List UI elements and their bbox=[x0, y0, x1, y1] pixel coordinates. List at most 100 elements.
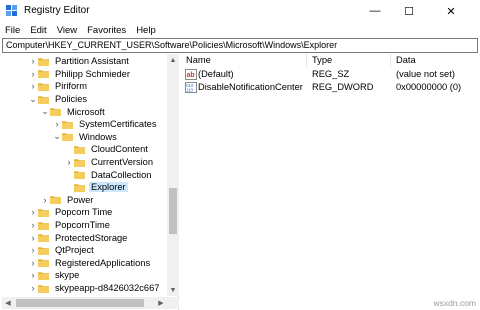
folder-icon bbox=[38, 221, 49, 230]
folder-icon bbox=[50, 195, 61, 205]
value-row[interactable]: ab (Default) REG_SZ (value not set) bbox=[182, 68, 478, 81]
tree-item[interactable]: DataCollection bbox=[64, 168, 153, 181]
tree-vertical-scrollbar[interactable]: ▲ ▼ bbox=[167, 54, 179, 296]
scrollbar-thumb[interactable] bbox=[16, 299, 144, 307]
menu-view[interactable]: View bbox=[52, 25, 82, 36]
tree-item[interactable]: › skypeapp-d8426032c667 bbox=[28, 282, 161, 295]
folder-icon bbox=[74, 145, 85, 154]
svg-text:110: 110 bbox=[186, 88, 193, 93]
value-data: (value not set) bbox=[396, 69, 455, 79]
string-value-icon: ab bbox=[185, 69, 197, 80]
menu-bar: File Edit View Favorites Help bbox=[0, 22, 480, 38]
tree-item-label: Microsoft bbox=[67, 106, 105, 117]
column-header-data[interactable]: Data bbox=[396, 54, 416, 67]
tree-item[interactable]: › Piriform bbox=[28, 80, 89, 93]
tree-item-label: QtProject bbox=[55, 245, 94, 256]
tree-item-label: ProtectedStorage bbox=[55, 232, 128, 243]
title-bar: Registry Editor — ☐ ✕ bbox=[0, 0, 480, 22]
chevron-right-icon[interactable]: › bbox=[28, 207, 38, 217]
chevron-right-icon[interactable]: › bbox=[52, 119, 62, 129]
chevron-right-icon[interactable]: › bbox=[28, 245, 38, 255]
scroll-right-icon[interactable]: ▶ bbox=[155, 297, 167, 309]
scroll-down-icon[interactable]: ▼ bbox=[167, 284, 179, 296]
chevron-down-icon[interactable]: ⌄ bbox=[52, 131, 62, 142]
tree-item-label: Explorer bbox=[89, 182, 128, 193]
folder-icon bbox=[74, 183, 85, 192]
column-divider[interactable] bbox=[306, 54, 307, 67]
folder-icon bbox=[74, 170, 85, 180]
tree-item[interactable]: › Philipp Schmieder bbox=[28, 68, 132, 81]
chevron-down-icon[interactable]: ⌄ bbox=[40, 106, 50, 117]
folder-open-icon bbox=[38, 95, 49, 104]
tree-item-label: Policies bbox=[55, 94, 88, 105]
chevron-right-icon[interactable]: › bbox=[28, 69, 38, 79]
maximize-button[interactable]: ☐ bbox=[392, 0, 426, 22]
tree-item[interactable]: › ProtectedStorage bbox=[28, 231, 129, 244]
folder-icon bbox=[74, 158, 85, 167]
chevron-right-icon[interactable]: › bbox=[28, 56, 38, 66]
column-header-name[interactable]: Name bbox=[186, 54, 211, 67]
tree-item[interactable]: Explorer bbox=[64, 181, 128, 194]
tree-item-label: PopcornTime bbox=[55, 220, 110, 231]
tree-item-label: Power bbox=[67, 194, 94, 205]
tree-item[interactable]: › CurrentVersion bbox=[64, 156, 155, 169]
tree-item-label: DataCollection bbox=[91, 169, 152, 180]
address-bar[interactable]: Computer\HKEY_CURRENT_USER\Software\Poli… bbox=[2, 38, 478, 53]
tree-item[interactable]: › Partition Assistant bbox=[28, 55, 131, 68]
tree-horizontal-scrollbar[interactable]: ◀ ▶ bbox=[2, 297, 179, 309]
chevron-right-icon[interactable]: › bbox=[28, 233, 38, 243]
tree-item[interactable]: › SystemCertificates bbox=[52, 118, 159, 131]
folder-open-icon bbox=[50, 107, 61, 117]
window-title: Registry Editor bbox=[24, 5, 90, 16]
chevron-right-icon[interactable]: › bbox=[28, 270, 38, 280]
tree-item[interactable]: ⌄ Windows bbox=[52, 131, 119, 144]
scroll-left-icon[interactable]: ◀ bbox=[2, 297, 14, 309]
tree-item-label: Partition Assistant bbox=[55, 56, 129, 67]
folder-icon bbox=[38, 258, 49, 268]
value-type: REG_SZ bbox=[312, 69, 350, 79]
menu-edit[interactable]: Edit bbox=[25, 25, 51, 36]
tree-item[interactable]: › QtProject bbox=[28, 244, 96, 257]
folder-icon bbox=[62, 120, 73, 129]
scrollbar-thumb[interactable] bbox=[169, 188, 177, 234]
folder-open-icon bbox=[62, 132, 73, 142]
minimize-button[interactable]: — bbox=[358, 0, 392, 22]
column-divider[interactable] bbox=[390, 54, 391, 67]
key-tree: › Partition Assistant › Philipp Schmieder › P… bbox=[2, 54, 179, 310]
tree-item[interactable]: ⌄ Microsoft bbox=[40, 105, 107, 118]
folder-icon bbox=[38, 57, 49, 66]
svg-text:ab: ab bbox=[187, 72, 195, 79]
chevron-right-icon[interactable]: › bbox=[28, 220, 38, 230]
tree-item-label: skype bbox=[55, 270, 80, 281]
folder-icon bbox=[38, 246, 49, 255]
value-data: 0x00000000 (0) bbox=[396, 82, 462, 92]
tree-item[interactable]: › Popcorn Time bbox=[28, 206, 114, 219]
close-button[interactable]: ✕ bbox=[434, 0, 468, 22]
chevron-right-icon[interactable]: › bbox=[28, 258, 38, 268]
tree-item-label: Philipp Schmieder bbox=[55, 68, 130, 79]
menu-help[interactable]: Help bbox=[131, 25, 161, 36]
tree-item[interactable]: ⌄ Policies bbox=[28, 93, 89, 106]
tree-item[interactable]: › PopcornTime bbox=[28, 219, 112, 232]
column-header-type[interactable]: Type bbox=[312, 54, 332, 67]
folder-icon bbox=[38, 69, 49, 79]
folder-icon bbox=[38, 284, 49, 293]
binary-value-icon: 010 110 bbox=[185, 82, 197, 93]
menu-file[interactable]: File bbox=[0, 25, 25, 36]
chevron-right-icon[interactable]: › bbox=[28, 283, 38, 293]
tree-item[interactable]: › Power bbox=[40, 194, 95, 207]
menu-favorites[interactable]: Favorites bbox=[82, 25, 131, 36]
tree-item[interactable]: › skype bbox=[28, 269, 81, 282]
chevron-down-icon[interactable]: ⌄ bbox=[28, 94, 38, 105]
chevron-right-icon[interactable]: › bbox=[40, 195, 50, 205]
scroll-up-icon[interactable]: ▲ bbox=[167, 54, 179, 66]
tree-item[interactable]: › RegisteredApplications bbox=[28, 257, 152, 270]
value-name: (Default) bbox=[198, 69, 234, 79]
value-row[interactable]: 010 110 DisableNotificationCenter REG_DW… bbox=[182, 81, 478, 94]
tree-item-label: RegisteredApplications bbox=[55, 257, 151, 268]
tree-item-label: SystemCertificates bbox=[79, 119, 157, 130]
value-type: REG_DWORD bbox=[312, 82, 374, 92]
chevron-right-icon[interactable]: › bbox=[28, 81, 38, 91]
chevron-right-icon[interactable]: › bbox=[64, 157, 74, 167]
tree-item[interactable]: CloudContent bbox=[64, 143, 150, 156]
